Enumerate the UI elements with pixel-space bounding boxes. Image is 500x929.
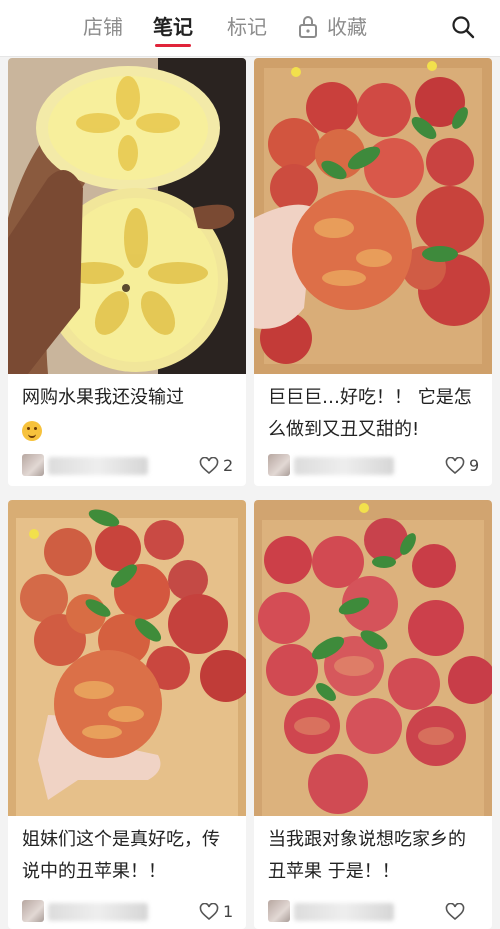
heart-icon[interactable] bbox=[445, 457, 465, 475]
note-title: 姐妹们这个是真好吃，传说中的丑苹果！！ bbox=[22, 829, 220, 882]
tab-favorites[interactable]: 收藏 bbox=[322, 12, 372, 42]
heart-icon[interactable] bbox=[445, 903, 465, 921]
search-icon[interactable] bbox=[451, 15, 475, 39]
top-tab-bar: 店铺 笔记 标记 收藏 bbox=[0, 0, 500, 57]
note-image-apple-box bbox=[254, 500, 492, 816]
like-count: 9 bbox=[469, 456, 480, 475]
heart-icon[interactable] bbox=[199, 903, 219, 921]
note-image-apple-box bbox=[8, 500, 246, 816]
username-blurred[interactable] bbox=[294, 457, 394, 475]
note-card[interactable]: 网购水果我还没输过 2 bbox=[8, 58, 246, 486]
avatar[interactable] bbox=[268, 900, 290, 922]
smiley-emoji bbox=[22, 421, 42, 441]
username-blurred[interactable] bbox=[48, 903, 148, 921]
tab-marks[interactable]: 标记 bbox=[222, 12, 272, 42]
username-blurred[interactable] bbox=[48, 457, 148, 475]
note-image-apple-box bbox=[254, 58, 492, 374]
note-card[interactable]: 当我跟对象说想吃家乡的丑苹果 于是！！ bbox=[254, 500, 492, 929]
like-count: 1 bbox=[223, 902, 234, 921]
avatar[interactable] bbox=[268, 454, 290, 476]
note-title: 当我跟对象说想吃家乡的丑苹果 于是！！ bbox=[268, 829, 466, 882]
avatar[interactable] bbox=[22, 900, 44, 922]
note-image-apple-halves bbox=[8, 58, 246, 374]
tab-store[interactable]: 店铺 bbox=[78, 12, 128, 42]
tab-notes[interactable]: 笔记 bbox=[148, 12, 198, 42]
note-title: 网购水果我还没输过 bbox=[22, 382, 236, 446]
username-blurred[interactable] bbox=[294, 903, 394, 921]
avatar[interactable] bbox=[22, 454, 44, 476]
heart-icon[interactable] bbox=[199, 457, 219, 475]
active-tab-indicator bbox=[155, 44, 191, 47]
note-card[interactable]: 巨巨巨…好吃！！ 它是怎么做到又丑又甜的! 9 bbox=[254, 58, 492, 486]
note-card[interactable]: 姐妹们这个是真好吃，传说中的丑苹果！！ 1 bbox=[8, 500, 246, 929]
lock-icon bbox=[299, 16, 317, 38]
note-title: 巨巨巨…好吃！！ 它是怎么做到又丑又甜的! bbox=[268, 387, 472, 440]
like-count: 2 bbox=[223, 456, 234, 475]
